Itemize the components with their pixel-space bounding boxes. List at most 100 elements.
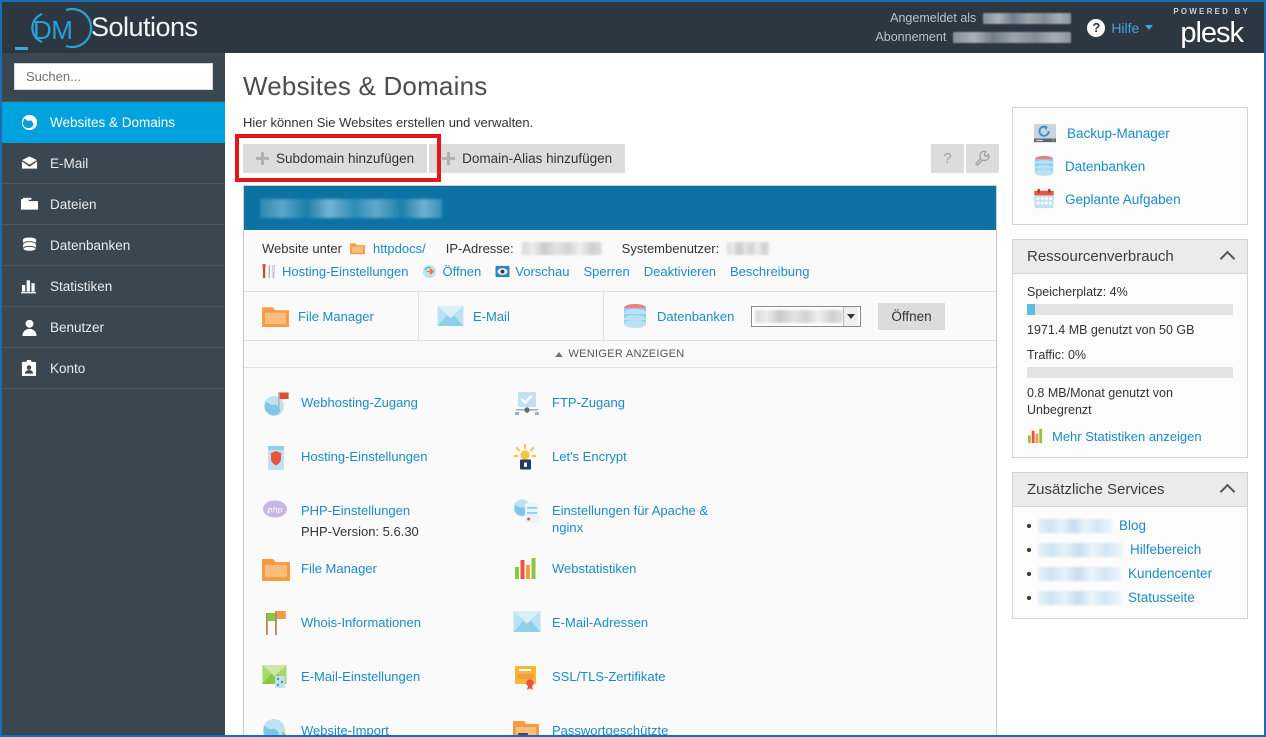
- preview-action[interactable]: Vorschau: [495, 264, 569, 279]
- database-open-button[interactable]: Öffnen: [878, 303, 944, 330]
- apache-nginx-icon: [513, 498, 541, 528]
- disk-usage-label: Speicherplatz: 4%: [1027, 285, 1233, 299]
- logged-in-label: Angemeldet als: [890, 9, 976, 28]
- description-action[interactable]: Beschreibung: [730, 264, 810, 279]
- tool-php-einstellungen[interactable]: php PHP-Einstellungen PHP-Version: 5.6.3…: [244, 490, 495, 548]
- tool-label[interactable]: Whois-Informationen: [301, 615, 421, 630]
- databases-shortcut[interactable]: Datenbanken Öffnen: [604, 292, 996, 341]
- brand-logo[interactable]: DM Solutions: [2, 2, 225, 53]
- extra-service-item[interactable]: Statusseite: [1027, 590, 1233, 605]
- tool-passwortgeschuetzte-verzeichnisse[interactable]: Passwortgeschützte Verzeichnisse: [495, 710, 746, 735]
- tool-label[interactable]: Website-Import: [301, 723, 389, 735]
- help-menu-button[interactable]: ? Hilfe: [1087, 19, 1167, 37]
- file-manager-shortcut[interactable]: File Manager: [244, 292, 419, 341]
- tool-website-import[interactable]: Website-Import: [244, 710, 495, 735]
- tool-webstatistiken[interactable]: Webstatistiken: [495, 548, 746, 602]
- database-select-value-redacted: [755, 310, 843, 323]
- extra-service-label[interactable]: Kundencenter: [1128, 566, 1212, 581]
- quick-link-label[interactable]: Geplante Aufgaben: [1065, 192, 1181, 207]
- tool-label[interactable]: Hosting-Einstellungen: [301, 449, 427, 464]
- resource-usage-panel: Ressourcenverbrauch Speicherplatz: 4% 19…: [1012, 239, 1248, 458]
- sidebar-item-email[interactable]: E-Mail: [2, 143, 225, 184]
- more-statistics-label[interactable]: Mehr Statistiken anzeigen: [1052, 429, 1202, 444]
- tool-email-einstellungen[interactable]: E-Mail-Einstellungen: [244, 656, 495, 710]
- sidebar-item-benutzer[interactable]: Benutzer: [2, 307, 225, 348]
- id-card-icon: [20, 359, 38, 377]
- service-label[interactable]: Datenbanken: [657, 309, 734, 324]
- action-label[interactable]: Vorschau: [515, 264, 569, 279]
- quick-link-datenbanken[interactable]: Datenbanken: [1033, 155, 1247, 177]
- tool-ssl-tls-zertifikate[interactable]: SSL/TLS-Zertifikate: [495, 656, 746, 710]
- search-box[interactable]: [14, 63, 213, 90]
- more-statistics-link[interactable]: Mehr Statistiken anzeigen: [1027, 428, 1233, 444]
- tool-label[interactable]: Passwortgeschützte Verzeichnisse: [552, 723, 668, 735]
- tool-label[interactable]: Webstatistiken: [552, 561, 636, 576]
- tool-label[interactable]: E-Mail-Einstellungen: [301, 669, 420, 684]
- chevron-up-icon[interactable]: [1220, 484, 1236, 500]
- extra-service-label[interactable]: Blog: [1119, 518, 1146, 533]
- sidebar-item-konto[interactable]: Konto: [2, 348, 225, 389]
- tool-label[interactable]: SSL/TLS-Zertifikate: [552, 669, 665, 684]
- right-rail: Backup-Manager Datenbanken: [1012, 107, 1248, 633]
- tool-label[interactable]: FTP-Zugang: [552, 395, 625, 410]
- quick-link-backup-manager[interactable]: Backup-Manager: [1033, 122, 1247, 144]
- extra-service-label[interactable]: Statusseite: [1128, 590, 1195, 605]
- envelope-icon: [20, 154, 38, 172]
- tool-lets-encrypt[interactable]: Let's Encrypt: [495, 436, 746, 490]
- domain-meta-row: Website unter httpdocs/ IP-Adresse: Syst…: [244, 230, 996, 256]
- tool-label[interactable]: Webhosting-Zugang: [301, 395, 418, 410]
- service-label[interactable]: File Manager: [298, 309, 374, 324]
- tool-email-adressen[interactable]: E-Mail-Adressen: [495, 602, 746, 656]
- chevron-up-icon[interactable]: [1220, 251, 1236, 267]
- tool-ftp-zugang[interactable]: FTP-Zugang: [495, 382, 746, 436]
- tool-hosting-einstellungen[interactable]: Hosting-Einstellungen: [244, 436, 495, 490]
- deactivate-action[interactable]: Deaktivieren: [644, 264, 716, 279]
- hosting-settings-action[interactable]: Hosting-Einstellungen: [262, 264, 408, 279]
- extra-service-item[interactable]: Kundencenter: [1027, 566, 1233, 581]
- globe-icon: [20, 113, 38, 131]
- email-shortcut[interactable]: E-Mail: [419, 292, 604, 341]
- database-select[interactable]: [751, 306, 861, 327]
- tool-grid: Webhosting-Zugang: [244, 367, 996, 735]
- tools-square-button[interactable]: [966, 144, 999, 173]
- service-label[interactable]: E-Mail: [473, 309, 510, 324]
- subscription-value-redacted: [953, 32, 1071, 43]
- action-label[interactable]: Öffnen: [442, 264, 481, 279]
- toolbar-right-buttons: ?: [931, 144, 999, 173]
- database-icon: [622, 303, 648, 329]
- tool-label[interactable]: Let's Encrypt: [552, 449, 627, 464]
- tool-webhosting-zugang[interactable]: Webhosting-Zugang: [244, 382, 495, 436]
- domain-card-header[interactable]: [244, 186, 996, 230]
- tool-label[interactable]: Einstellungen für Apache & nginx: [552, 503, 708, 535]
- action-label[interactable]: Hosting-Einstellungen: [282, 264, 408, 279]
- show-less-toggle[interactable]: WENIGER ANZEIGEN: [244, 340, 996, 367]
- sidebar-item-dateien[interactable]: Dateien: [2, 184, 225, 225]
- add-subdomain-button[interactable]: Subdomain hinzufügen: [243, 144, 427, 173]
- tool-label[interactable]: PHP-Einstellungen: [301, 503, 410, 518]
- tool-apache-nginx[interactable]: Einstellungen für Apache & nginx: [495, 490, 746, 548]
- open-action[interactable]: Öffnen: [422, 264, 481, 279]
- quick-link-geplante-aufgaben[interactable]: Geplante Aufgaben: [1033, 188, 1247, 210]
- extra-services-header[interactable]: Zusätzliche Services: [1013, 473, 1247, 507]
- quick-link-label[interactable]: Datenbanken: [1065, 159, 1145, 174]
- suspend-action[interactable]: Sperren: [583, 264, 629, 279]
- sidebar-item-label: Konto: [50, 361, 85, 376]
- sidebar-item-datenbanken[interactable]: Datenbanken: [2, 225, 225, 266]
- sidebar-item-websites-domains[interactable]: Websites & Domains: [2, 102, 225, 143]
- extra-service-item[interactable]: Blog: [1027, 518, 1233, 533]
- quick-link-label[interactable]: Backup-Manager: [1067, 126, 1170, 141]
- tool-label[interactable]: File Manager: [301, 561, 377, 576]
- search-input[interactable]: [24, 68, 204, 85]
- help-square-button[interactable]: ?: [931, 144, 964, 173]
- add-domain-alias-button[interactable]: Domain-Alias hinzufügen: [429, 144, 625, 173]
- chevron-down-icon[interactable]: [843, 307, 858, 326]
- extra-service-item[interactable]: Hilfebereich: [1027, 542, 1233, 557]
- tool-file-manager[interactable]: File Manager: [244, 548, 495, 602]
- tool-label[interactable]: E-Mail-Adressen: [552, 615, 648, 630]
- sidebar-item-statistiken[interactable]: Statistiken: [2, 266, 225, 307]
- domain-actions: Hosting-Einstellungen Öffnen: [244, 256, 996, 291]
- extra-service-label[interactable]: Hilfebereich: [1130, 542, 1201, 557]
- resource-usage-header[interactable]: Ressourcenverbrauch: [1013, 240, 1247, 274]
- tool-whois-informationen[interactable]: Whois-Informationen: [244, 602, 495, 656]
- httpdocs-link[interactable]: httpdocs/: [373, 241, 426, 256]
